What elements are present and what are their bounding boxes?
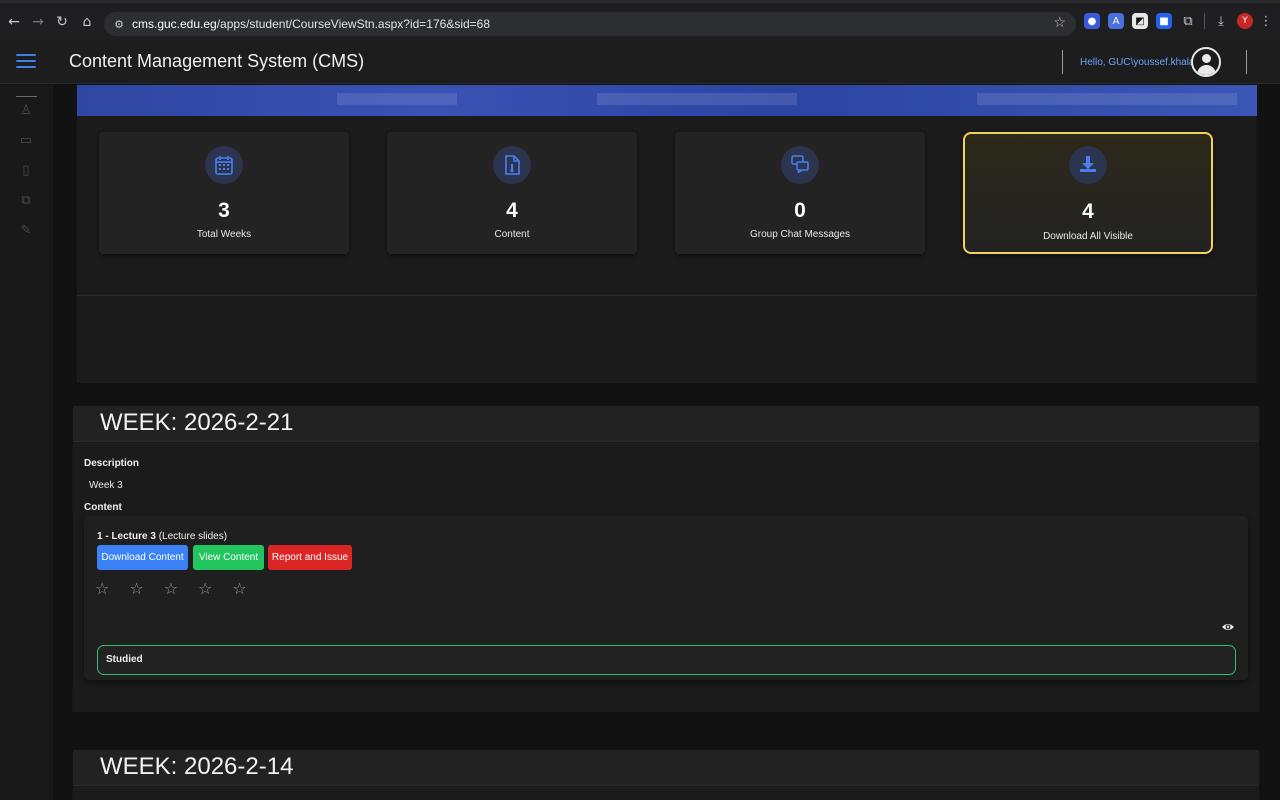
star-icon[interactable]: ☆ [95,579,109,598]
course-banner [77,85,1257,116]
add-user-icon[interactable]: ♙ [17,102,35,120]
url-host: cms.guc.edu.eg [132,17,217,31]
calendar-icon[interactable]: ▭ [17,132,35,150]
rating-stars: ☆ ☆ ☆ ☆ ☆ [95,579,247,598]
extension-icon[interactable]: ◩ [1132,13,1148,29]
extension-icon[interactable]: ● [1084,13,1100,29]
book-icon[interactable]: ▯ [17,162,35,180]
stat-total-weeks[interactable]: 3 Total Weeks [99,132,349,254]
stat-value: 3 [218,199,230,222]
toolbar-divider [1204,13,1205,29]
browser-toolbar: ← → ↻ ⌂ ⚙ cms.guc.edu.eg/apps/student/Co… [0,0,1280,40]
hamburger-menu-icon[interactable] [16,54,36,72]
week-section: WEEK: 2026-2-21 Description Week 3 Conte… [73,406,1259,712]
download-content-button[interactable]: Download Content [97,545,188,570]
stat-label: Total Weeks [196,229,252,240]
week-section: WEEK: 2026-2-14 [73,750,1259,800]
section-divider [77,295,1257,296]
star-icon[interactable]: ☆ [198,579,212,598]
header-divider [1246,50,1247,74]
star-icon[interactable]: ☆ [164,579,178,598]
week-title: WEEK: 2026-2-14 [73,750,1259,786]
profile-avatar[interactable]: Y [1237,13,1253,29]
address-bar[interactable]: ⚙ cms.guc.edu.eg/apps/student/CourseView… [104,12,1076,36]
app-header: Content Management System (CMS) Hello, G… [0,40,1280,84]
description-text: Week 3 [89,480,123,491]
menu-dots-icon[interactable]: ⋮ [1260,13,1273,29]
report-issue-button[interactable]: Report and Issue [268,545,352,570]
back-icon[interactable]: ← [2,10,26,34]
reload-icon[interactable]: ↻ [50,10,74,34]
extension-icon[interactable]: ■ [1156,13,1172,29]
url-path: /apps/student/CourseViewStn.aspx?id=176&… [216,17,491,31]
download-icon [1069,146,1107,184]
course-summary-card: 3 Total Weeks 4 Content 0 Group Chat Mes… [77,85,1257,383]
content-label: Content [84,502,122,513]
sidebar: ♙ ▭ ▯ ⧉ ✎ [0,85,53,800]
translate-icon[interactable]: A [1108,13,1124,29]
content-type: (Lecture slides) [158,531,228,542]
stat-download-all[interactable]: 4 Download All Visible [963,132,1213,254]
user-avatar[interactable] [1191,47,1221,77]
extension-icons: ● A ◩ ■ ⧉ ⤓ Y ⋮ [1084,13,1273,29]
stat-label: Group Chat Messages [749,229,851,240]
chat-icon [781,146,819,184]
download-icon[interactable]: ⤓ [1213,13,1229,29]
week-title: WEEK: 2026-2-21 [73,406,1259,442]
eye-icon[interactable] [1221,620,1235,634]
stat-group-chat[interactable]: 0 Group Chat Messages [675,132,925,254]
stat-value: 4 [506,199,518,222]
description-label: Description [84,458,140,469]
site-info-icon[interactable]: ⚙ [108,18,130,31]
studied-status[interactable]: Studied [97,645,1236,675]
star-icon[interactable]: ☆ [232,579,246,598]
view-content-button[interactable]: View Content [193,545,264,570]
stat-label: Content [494,229,530,240]
content-item: 1 - Lecture 3 (Lecture slides) Download … [84,516,1248,680]
header-divider [1062,50,1063,74]
star-icon[interactable]: ☆ [129,579,143,598]
bookmark-star-icon[interactable]: ☆ [1053,15,1066,31]
chat-icon[interactable]: ⧉ [17,192,35,210]
url-text: cms.guc.edu.eg/apps/student/CourseViewSt… [132,17,490,31]
home-icon[interactable]: ⌂ [75,10,99,34]
stat-content[interactable]: 4 Content [387,132,637,254]
user-greeting[interactable]: Hello, GUC\youssef.khalaf [1080,57,1197,68]
forward-icon[interactable]: → [26,10,50,34]
stat-label: Download All Visible [1043,231,1133,242]
extensions-puzzle-icon[interactable]: ⧉ [1180,13,1196,29]
file-icon [493,146,531,184]
edit-icon[interactable]: ✎ [17,222,35,240]
content-title: 1 - Lecture 3 [97,531,156,542]
main-content: 3 Total Weeks 4 Content 0 Group Chat Mes… [53,85,1280,800]
calendar-icon [205,146,243,184]
content-item-title: 1 - Lecture 3 (Lecture slides) [97,531,227,542]
stat-value: 0 [794,199,806,222]
app-title: Content Management System (CMS) [69,51,365,71]
sidebar-divider [16,96,37,97]
stat-value: 4 [1082,200,1094,223]
